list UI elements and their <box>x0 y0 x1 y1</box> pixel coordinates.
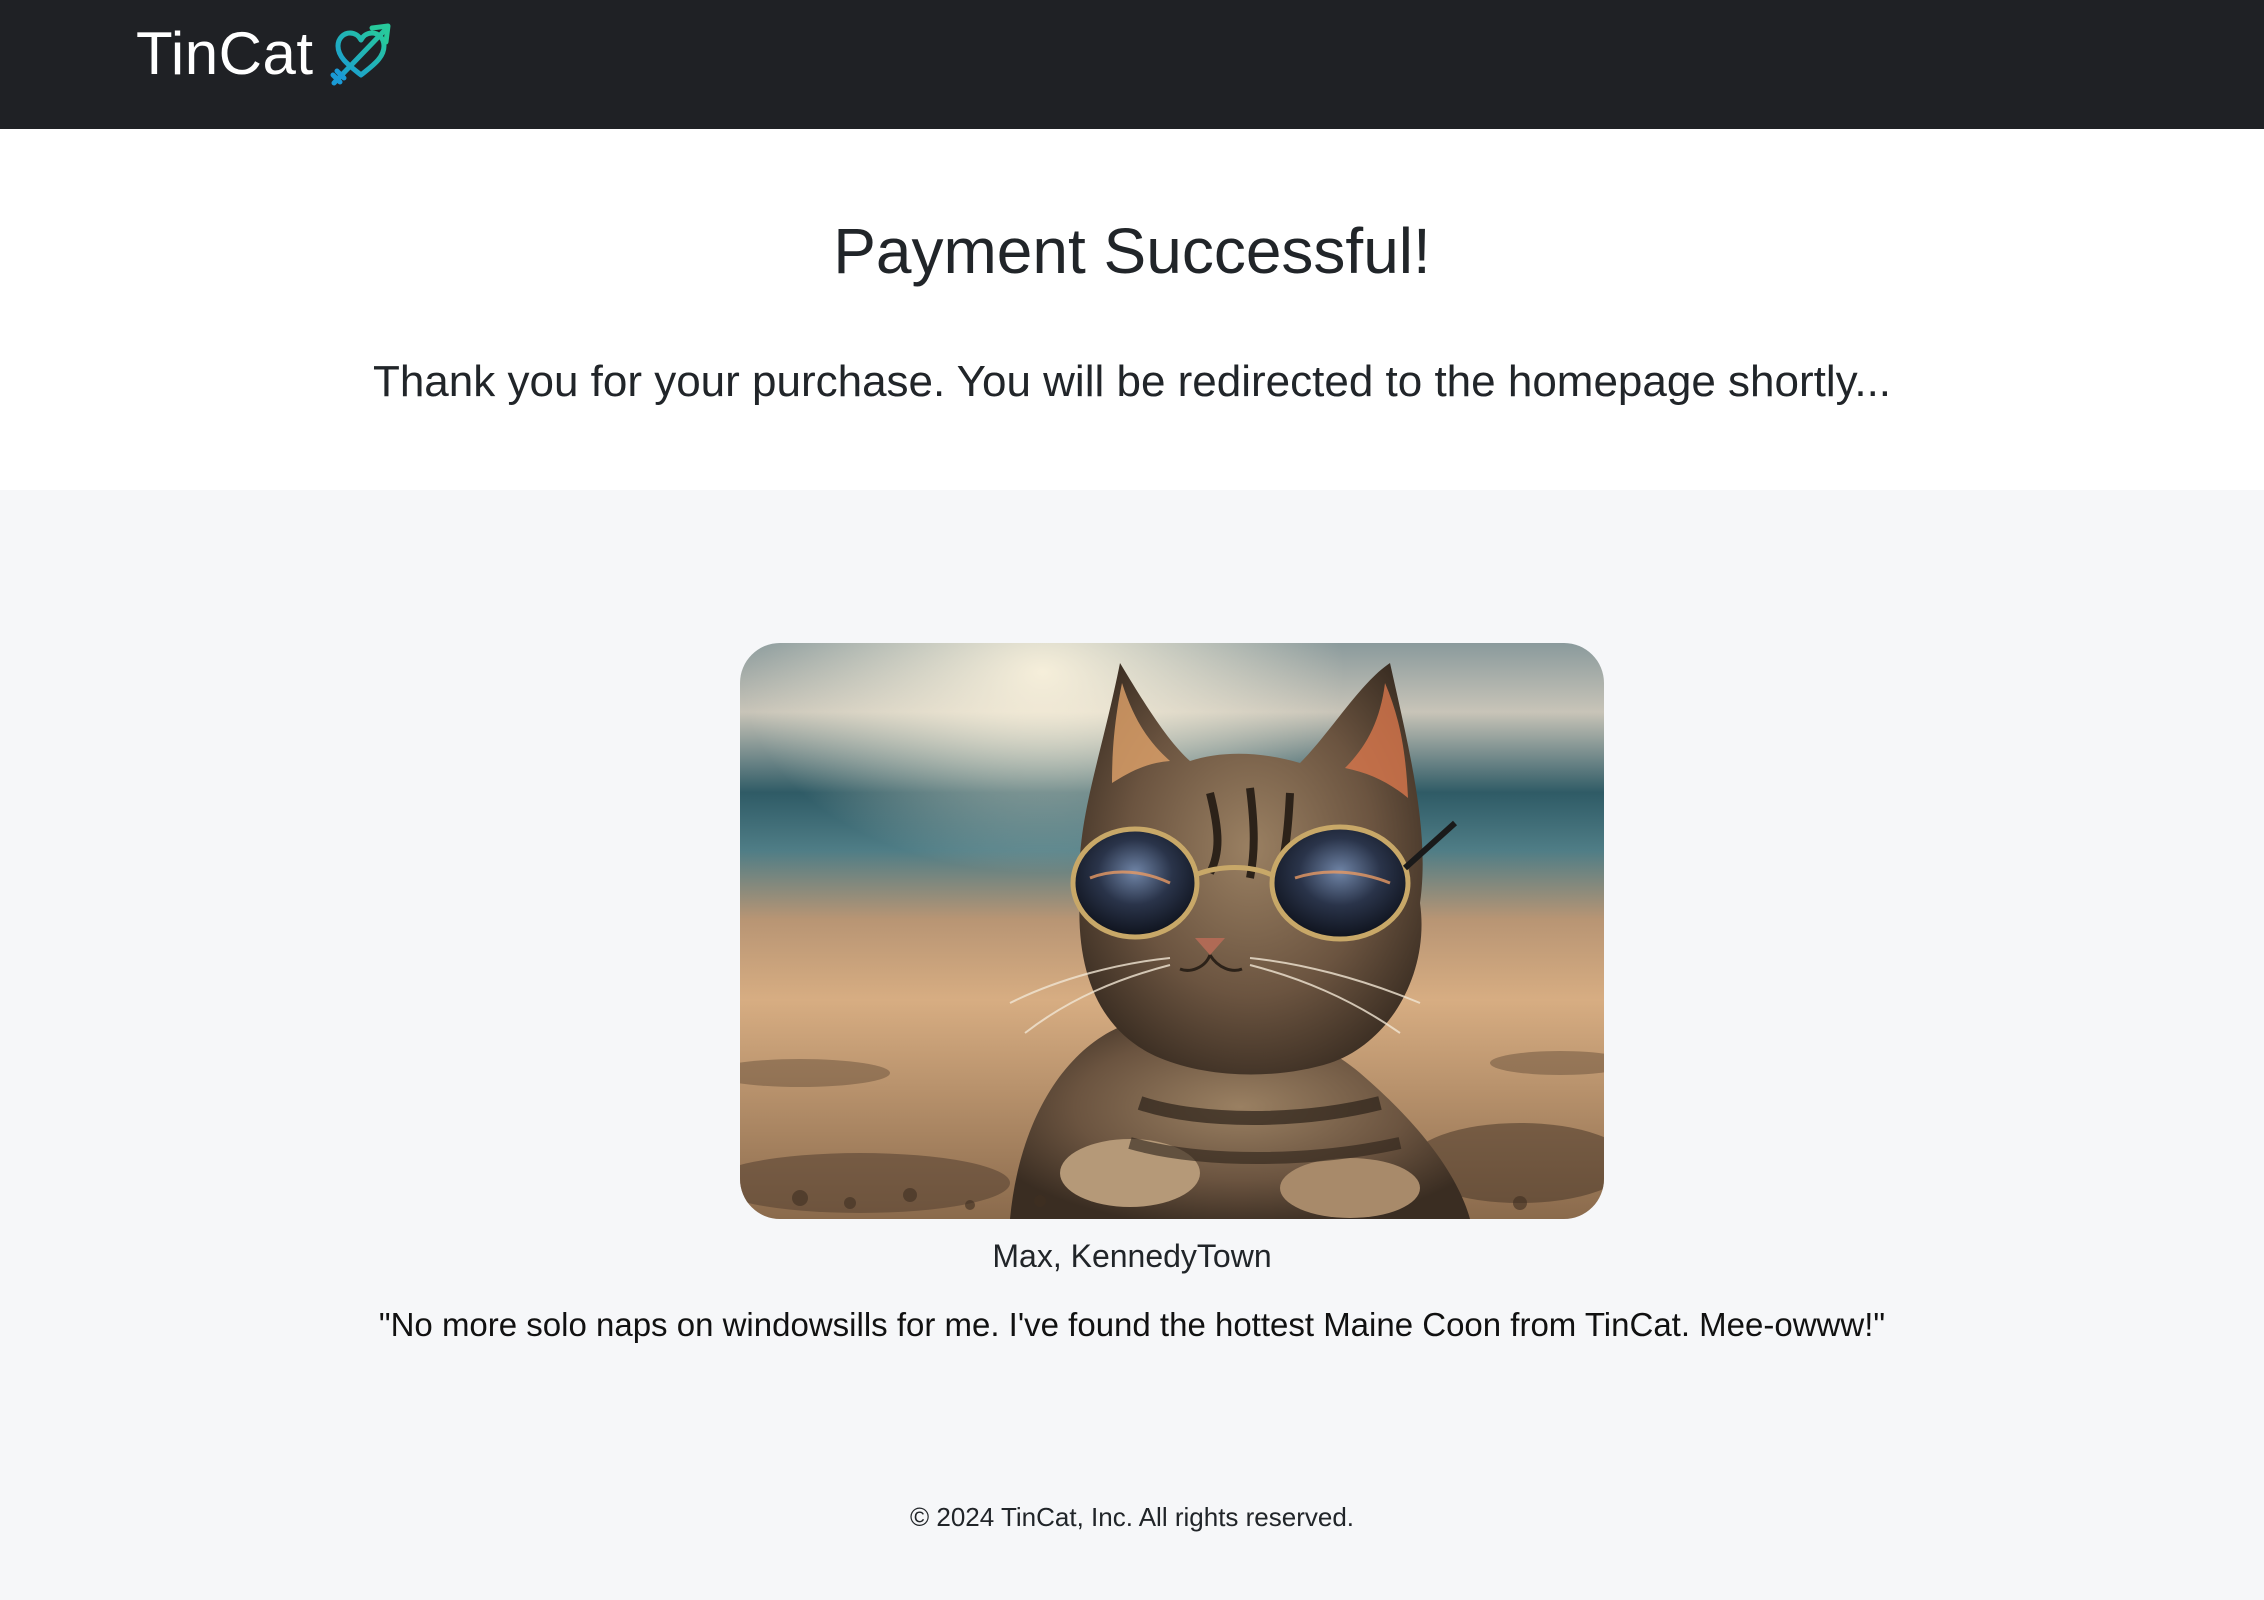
brand-name: TinCat <box>136 20 314 87</box>
testimonial-quote: "No more solo naps on windowsills for me… <box>378 1306 1886 1343</box>
heart-arrow-icon <box>330 23 390 86</box>
hero-section: Payment Successful! Thank you for your p… <box>0 129 2264 490</box>
redirect-message: Thank you for your purchase. You will be… <box>372 357 1892 406</box>
brand-link[interactable]: TinCat <box>136 18 394 90</box>
cat-with-sunglasses-photo <box>740 643 1604 1219</box>
testimonial-section: Max, KennedyTown "No more solo naps on w… <box>0 490 2264 1600</box>
navbar: TinCat <box>0 0 2264 129</box>
page-title: Payment Successful! <box>833 215 1431 287</box>
footer-copyright: © 2024 TinCat, Inc. All rights reserved. <box>909 1502 1355 1532</box>
testimonial-author: Max, KennedyTown <box>992 1238 1272 1274</box>
